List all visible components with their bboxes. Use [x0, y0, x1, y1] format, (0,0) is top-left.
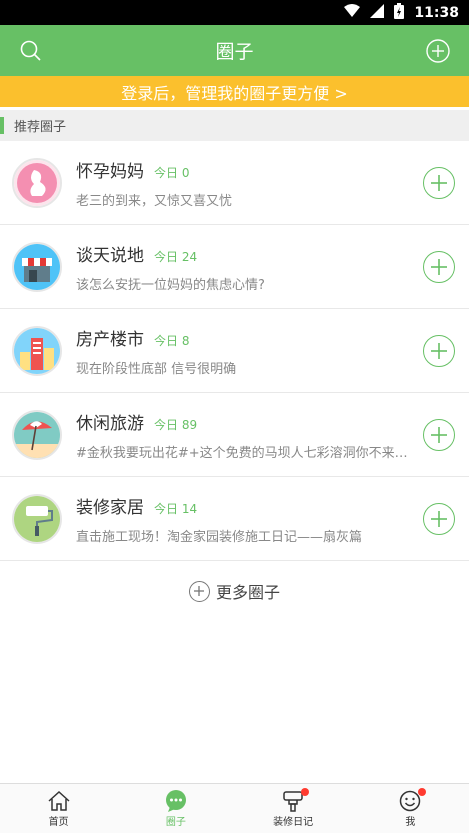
- list-item[interactable]: 休闲旅游 今日 89 #金秋我要玩出花#+这个免费的马坝人七彩溶洞你不来…: [0, 393, 469, 477]
- section-accent-bar: [0, 117, 4, 134]
- circle-desc: #金秋我要玩出花#+这个免费的马坝人七彩溶洞你不来…: [76, 445, 408, 461]
- page-title: 圈子: [215, 41, 254, 63]
- tab-label: 我: [405, 817, 416, 828]
- tab-label: 圈子: [165, 817, 186, 828]
- login-banner[interactable]: 登录后，管理我的圈子更方便 >: [0, 76, 469, 107]
- paint-roller-avatar: [12, 493, 62, 544]
- beach-umbrella-avatar: [12, 409, 62, 460]
- battery-icon: [394, 2, 405, 23]
- circle-list: 怀孕妈妈 今日 0 老三的到来，又惊又喜又忧 谈天说地 今日 24 该怎么安抚一…: [0, 141, 469, 561]
- notification-dot: [418, 788, 427, 796]
- status-bar: 11:38: [0, 0, 469, 25]
- tab-renovation-diary[interactable]: 装修日记: [235, 784, 352, 833]
- wifi-icon: [344, 3, 361, 22]
- pregnant-mother-avatar: [12, 157, 62, 208]
- circle-name: 房产楼市: [76, 329, 144, 350]
- circle-name: 装修家居: [76, 497, 144, 518]
- tab-me[interactable]: 我: [352, 784, 469, 833]
- list-item[interactable]: 怀孕妈妈 今日 0 老三的到来，又惊又喜又忧: [0, 141, 469, 225]
- more-circles-button[interactable]: 更多圈子: [0, 561, 469, 621]
- circle-desc: 现在阶段性底部 信号很明确: [76, 361, 237, 377]
- smiley-face-icon: [398, 788, 427, 813]
- add-circle-icon[interactable]: [425, 38, 451, 64]
- circle-name: 谈天说地: [76, 245, 144, 266]
- search-icon[interactable]: [18, 38, 44, 64]
- app-bar: 圈子: [0, 25, 469, 76]
- today-count: 今日 14: [154, 501, 198, 516]
- circle-desc: 老三的到来，又惊又喜又忧: [76, 193, 233, 209]
- status-time: 11:38: [414, 4, 459, 21]
- signal-icon: [370, 3, 385, 22]
- circle-desc: 该怎么安抚一位妈妈的焦虑心情?: [76, 277, 265, 293]
- chat-bubble-icon: [164, 789, 188, 813]
- join-circle-button[interactable]: [423, 418, 455, 451]
- today-count: 今日 8: [154, 333, 190, 348]
- circle-name: 休闲旅游: [76, 413, 144, 434]
- join-circle-button[interactable]: [423, 250, 455, 283]
- join-circle-button[interactable]: [423, 502, 455, 535]
- tab-circles[interactable]: 圈子: [117, 784, 234, 833]
- today-count: 今日 0: [154, 165, 190, 180]
- bottom-tab-bar: 首页 圈子 装修日记 我: [0, 783, 469, 833]
- storefront-avatar: [12, 241, 62, 292]
- circle-desc: 直击施工现场！淘金家园装修施工日记——扇灰篇: [76, 529, 363, 545]
- section-title: 推荐圈子: [14, 120, 67, 135]
- tab-home[interactable]: 首页: [0, 784, 117, 833]
- join-circle-button[interactable]: [423, 166, 455, 199]
- tab-label: 装修日记: [273, 817, 314, 828]
- tab-label: 首页: [48, 817, 69, 828]
- list-item[interactable]: 谈天说地 今日 24 该怎么安抚一位妈妈的焦虑心情?: [0, 225, 469, 309]
- today-count: 今日 24: [154, 249, 198, 264]
- paint-brush-icon: [281, 788, 310, 813]
- today-count: 今日 89: [154, 417, 198, 432]
- section-header: 推荐圈子: [0, 110, 469, 141]
- home-icon: [47, 789, 71, 813]
- list-item[interactable]: 房产楼市 今日 8 现在阶段性底部 信号很明确: [0, 309, 469, 393]
- list-item[interactable]: 装修家居 今日 14 直击施工现场！淘金家园装修施工日记——扇灰篇: [0, 477, 469, 561]
- plus-circle-icon: [188, 580, 210, 602]
- join-circle-button[interactable]: [423, 334, 455, 367]
- more-circles-label: 更多圈子: [215, 583, 280, 602]
- circle-name: 怀孕妈妈: [76, 161, 144, 182]
- notification-dot: [301, 788, 310, 796]
- buildings-avatar: [12, 325, 62, 376]
